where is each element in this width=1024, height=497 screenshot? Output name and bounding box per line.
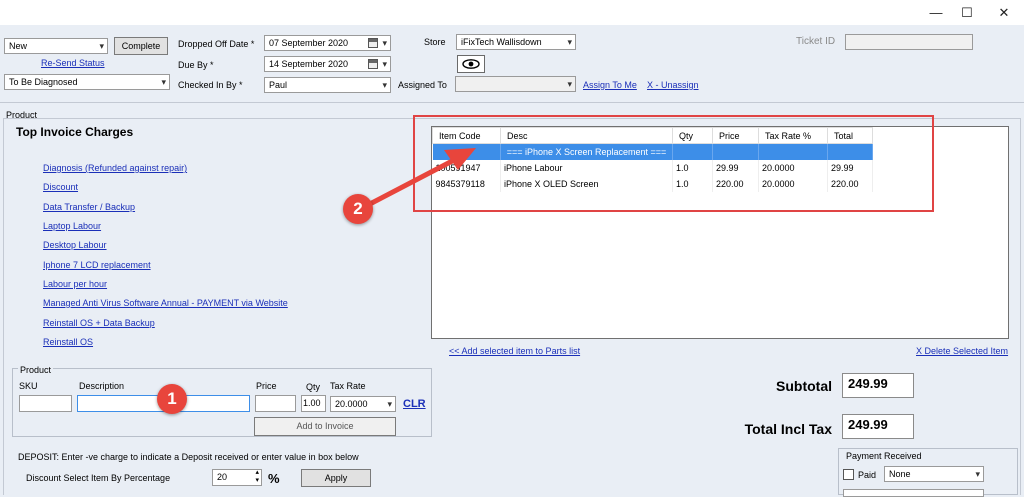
assign-to-me-link[interactable]: Assign To Me: [583, 80, 637, 90]
eye-icon: [462, 59, 480, 69]
subtotal-value: 249.99: [842, 373, 914, 398]
tax-rate-select[interactable]: 20.0000: [330, 396, 396, 412]
calendar-icon: [368, 38, 378, 48]
highlight-box: [413, 115, 934, 212]
assigned-to-select[interactable]: [455, 76, 576, 92]
discount-percentage-label: Discount Select Item By Percentage: [26, 473, 171, 483]
sku-input[interactable]: [19, 395, 72, 412]
charge-link[interactable]: Discount: [43, 182, 78, 192]
description-label: Description: [79, 381, 125, 391]
header-divider: [0, 102, 1024, 103]
tax-rate-label: Tax Rate: [330, 381, 366, 391]
maximize-button[interactable]: ☐: [948, 0, 986, 25]
store-label: Store: [424, 37, 446, 47]
charges-title: Top Invoice Charges: [16, 125, 134, 139]
charge-link[interactable]: Managed Anti Virus Software Annual - PAY…: [43, 298, 288, 308]
payment-amount-field[interactable]: [843, 489, 984, 497]
ticket-id-label: Ticket ID: [796, 36, 836, 47]
paid-label: Paid: [858, 470, 877, 480]
apply-discount-button[interactable]: Apply: [301, 469, 371, 487]
total-incl-tax-label: Total Incl Tax: [744, 421, 832, 437]
charge-link[interactable]: Laptop Labour: [43, 221, 101, 231]
checked-in-label: Checked In By *: [178, 80, 243, 90]
resend-status-link[interactable]: Re-Send Status: [41, 58, 105, 68]
calendar-icon: [368, 59, 378, 69]
discount-value: 20: [217, 472, 228, 482]
checked-in-by-select[interactable]: Paul: [264, 77, 391, 93]
status-select[interactable]: New: [4, 38, 108, 54]
add-to-invoice-button[interactable]: Add to Invoice: [254, 417, 396, 436]
discount-percentage-spinner[interactable]: 20 ▴ ▾: [212, 469, 262, 486]
paid-checkbox[interactable]: [843, 469, 854, 480]
delete-selected-link[interactable]: X Delete Selected Item: [916, 346, 1008, 356]
qty-label: Qty: [306, 382, 321, 392]
ticket-id-field[interactable]: [845, 34, 973, 50]
sku-label: SKU: [19, 381, 38, 391]
diagnosis-status-select[interactable]: To Be Diagnosed: [4, 74, 170, 90]
close-button[interactable]: ✕: [985, 0, 1023, 25]
view-store-button[interactable]: [457, 55, 485, 73]
total-incl-tax-value: 249.99: [842, 414, 914, 439]
charge-link[interactable]: Desktop Labour: [43, 240, 107, 250]
charge-link[interactable]: Diagnosis (Refunded against repair): [43, 163, 187, 173]
payment-received-title: Payment Received: [844, 451, 924, 461]
clear-link[interactable]: CLR: [403, 398, 426, 410]
ticket-header: New Complete Re-Send Status To Be Diagno…: [0, 25, 1024, 102]
charge-link[interactable]: Reinstall OS + Data Backup: [43, 318, 155, 328]
payment-method-select[interactable]: None: [884, 466, 984, 482]
percent-symbol: %: [268, 471, 280, 486]
assigned-to-label: Assigned To: [398, 80, 447, 90]
title-bar: — ☐ ✕: [0, 0, 1024, 25]
price-label: Price: [256, 381, 277, 391]
unassign-link[interactable]: X - Unassign: [647, 80, 699, 90]
charge-link[interactable]: Iphone 7 LCD replacement: [43, 260, 151, 270]
product-form-title: Product: [18, 365, 54, 375]
store-select[interactable]: iFixTech Wallisdown: [456, 34, 576, 50]
due-by-label: Due By *: [178, 60, 214, 70]
annotation-badge-2: 2: [343, 194, 373, 224]
annotation-badge-1: 1: [157, 384, 187, 414]
dropped-off-date-picker[interactable]: 07 September 2020: [264, 35, 391, 51]
qty-input[interactable]: 1.00: [301, 395, 326, 412]
spinner-arrows-icon: ▴ ▾: [255, 469, 259, 484]
charge-link[interactable]: Reinstall OS: [43, 337, 93, 347]
add-selected-link[interactable]: << Add selected item to Parts list: [449, 346, 580, 356]
charge-link[interactable]: Labour per hour: [43, 279, 107, 289]
dropped-off-date-value: 07 September 2020: [269, 38, 349, 48]
deposit-note: DEPOSIT: Enter -ve charge to indicate a …: [18, 452, 359, 462]
due-by-date-value: 14 September 2020: [269, 59, 349, 69]
dropped-off-label: Dropped Off Date *: [178, 39, 255, 49]
complete-button[interactable]: Complete: [114, 37, 168, 55]
due-by-date-picker[interactable]: 14 September 2020: [264, 56, 391, 72]
charge-link[interactable]: Data Transfer / Backup: [43, 202, 135, 212]
subtotal-label: Subtotal: [776, 378, 832, 394]
price-input[interactable]: [255, 395, 296, 412]
